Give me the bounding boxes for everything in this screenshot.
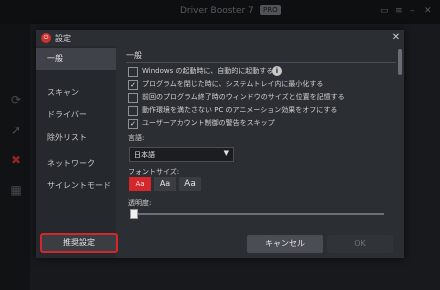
option-label: プログラムを閉じた時に、システムトレイ内に最小化する xyxy=(142,80,324,88)
option-label: Windows の起動時に、自動的に起動する xyxy=(142,67,274,75)
info-icon[interactable]: i xyxy=(272,66,282,76)
dialog-close-button[interactable]: ✕ xyxy=(390,32,402,44)
language-value: 日本語 xyxy=(134,151,155,159)
chevron-down-icon: ▼ xyxy=(223,149,229,157)
font-size-small-button[interactable]: Aa xyxy=(129,177,151,191)
settings-nav: 一般 スキャン ドライバー 除外リスト ネットワーク サイレントモード xyxy=(36,46,116,258)
content-scrollbar[interactable] xyxy=(398,49,402,75)
dialog-titlebar: ⏻ 設定 ✕ xyxy=(36,30,404,46)
font-size-label: フォントサイズ: xyxy=(128,168,180,176)
settings-dialog: ⏻ 設定 ✕ 一般 スキャン ドライバー 除外リスト ネットワーク サイレントモ… xyxy=(36,30,404,258)
app-logo-icon: ⏻ xyxy=(41,33,51,43)
ok-button[interactable]: OK xyxy=(327,235,393,253)
nav-item-network[interactable]: ネットワーク xyxy=(36,153,116,175)
checkbox[interactable] xyxy=(128,67,138,77)
language-label: 言語: xyxy=(128,134,145,142)
nav-item-scan[interactable]: スキャン xyxy=(36,82,116,104)
nav-item-exclusion-list[interactable]: 除外リスト xyxy=(36,127,116,149)
option-start-with-windows[interactable]: Windows の起動時に、自動的に起動する i xyxy=(128,66,398,78)
cancel-button[interactable]: キャンセル xyxy=(247,235,323,253)
recommended-settings-button[interactable]: 推奨設定 xyxy=(40,233,118,253)
font-size-medium-button[interactable]: Aa xyxy=(154,177,176,191)
language-select[interactable]: 日本語 ▼ xyxy=(129,147,234,162)
option-label: ユーザーアカウント制御の警告をスキップ xyxy=(142,119,275,127)
option-disable-animation[interactable]: 動作環境を満たさない PC のアニメーション効果をオフにする xyxy=(128,105,398,117)
option-remember-window[interactable]: 前回のプログラム終了時のウィンドウのサイズと位置を記憶する xyxy=(128,92,398,104)
option-label: 前回のプログラム終了時のウィンドウのサイズと位置を記憶する xyxy=(142,93,345,101)
section-title: 一般 xyxy=(126,51,142,60)
option-minimize-to-tray[interactable]: ✓ プログラムを閉じた時に、システムトレイ内に最小化する xyxy=(128,79,398,91)
section-divider xyxy=(126,62,396,63)
option-skip-uac[interactable]: ✓ ユーザーアカウント制御の警告をスキップ xyxy=(128,118,398,130)
checkbox[interactable] xyxy=(128,93,138,103)
nav-item-general[interactable]: 一般 xyxy=(36,48,116,70)
font-size-large-button[interactable]: Aa xyxy=(179,177,201,191)
dialog-title: 設定 xyxy=(55,34,71,43)
nav-item-driver[interactable]: ドライバー xyxy=(36,104,116,126)
transparency-slider-thumb[interactable] xyxy=(130,209,138,219)
transparency-slider-track[interactable] xyxy=(132,213,384,215)
checkbox-checked[interactable]: ✓ xyxy=(128,80,138,90)
transparency-label: 透明度: xyxy=(128,199,152,207)
checkbox-checked[interactable]: ✓ xyxy=(128,119,138,129)
nav-item-silent-mode[interactable]: サイレントモード xyxy=(36,175,116,197)
option-label: 動作環境を満たさない PC のアニメーション効果をオフにする xyxy=(142,106,338,114)
checkbox[interactable] xyxy=(128,106,138,116)
